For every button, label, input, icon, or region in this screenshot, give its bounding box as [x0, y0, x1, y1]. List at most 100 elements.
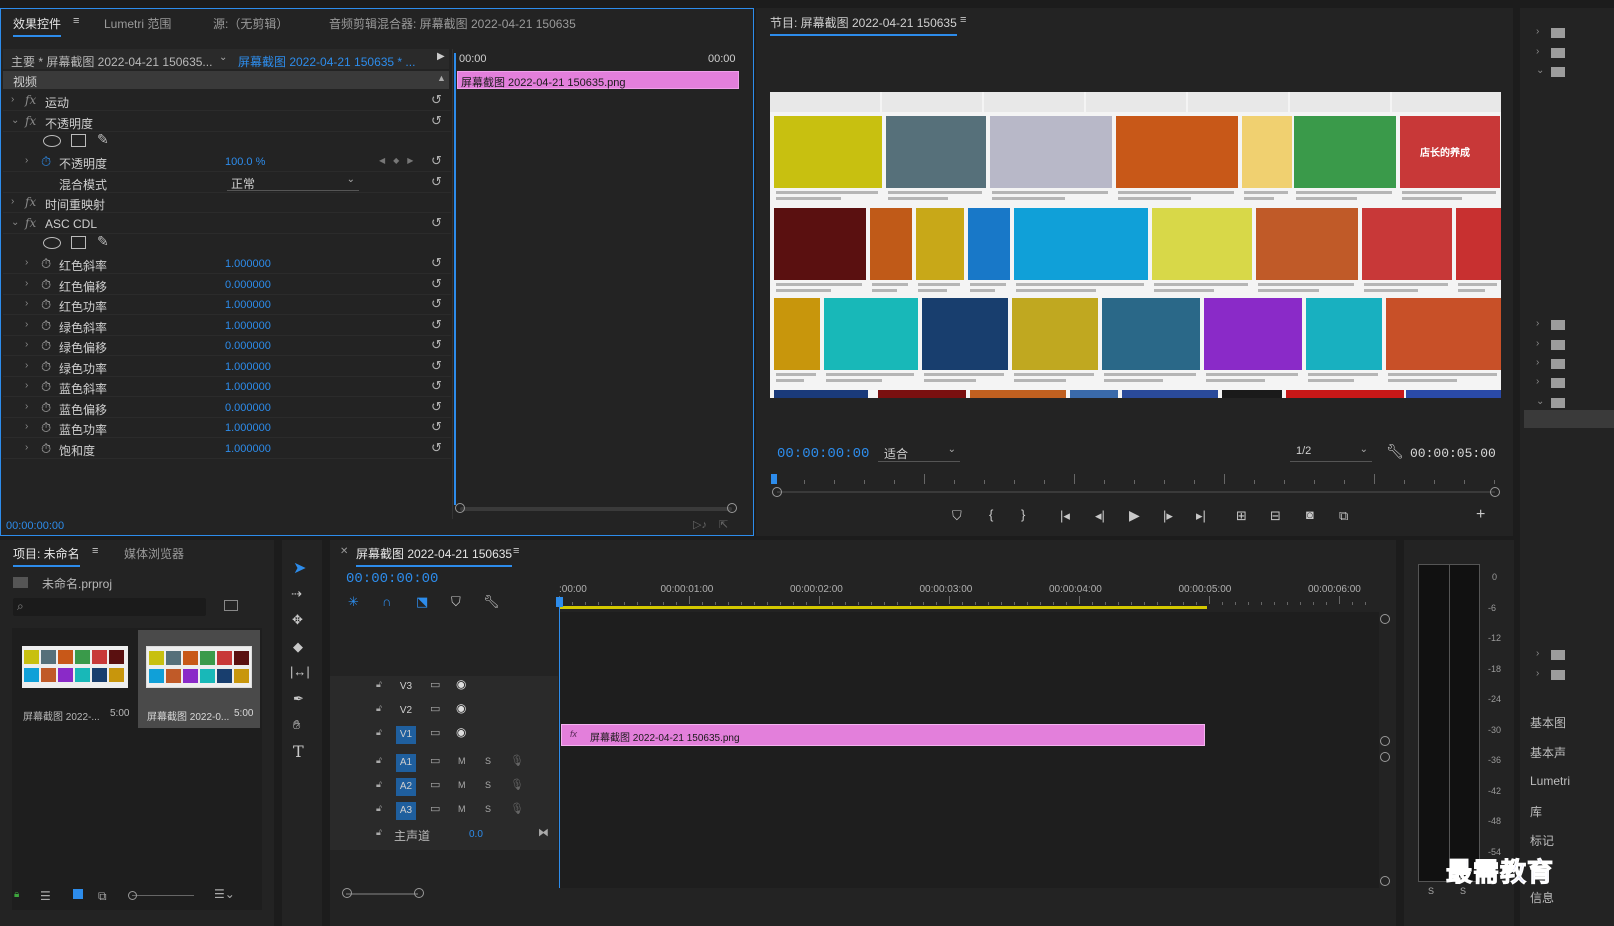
- right-panel-item[interactable]: 信息: [1530, 889, 1554, 906]
- v1-clip[interactable]: fx 屏幕截图 2022-04-21 150635.png: [561, 724, 1205, 746]
- selection-tool-icon[interactable]: ➤: [293, 558, 306, 578]
- chevron-right-icon[interactable]: ›: [25, 339, 28, 350]
- lock-icon[interactable]: 🔓︎: [376, 755, 382, 766]
- insert-overwrite-icon[interactable]: ⬔: [416, 594, 428, 610]
- scroll-handle-mid2[interactable]: [1380, 752, 1390, 762]
- ec-scrollbar[interactable]: [460, 507, 732, 511]
- monitor-scrollbar[interactable]: [777, 491, 1495, 493]
- ec-clip-bar[interactable]: 屏幕截图 2022-04-21 150635.png: [457, 71, 739, 89]
- track-label[interactable]: A2: [396, 778, 416, 796]
- effect-row[interactable]: › ⏱︎ 绿色偏移 0.000000 ↺: [3, 336, 451, 356]
- effect-row[interactable]: › ⏱︎ 蓝色功率 1.000000 ↺: [3, 418, 451, 438]
- step-forward-icon[interactable]: |▸: [1163, 508, 1173, 524]
- folder-icon[interactable]: [1551, 340, 1565, 350]
- fx-toggle-icon[interactable]: fx: [25, 216, 36, 230]
- reset-icon[interactable]: ↺: [431, 296, 442, 312]
- monitor-ruler[interactable]: [774, 474, 1496, 488]
- sync-lock-icon[interactable]: ▭: [430, 802, 440, 815]
- hscroll-handle-right[interactable]: [414, 888, 424, 898]
- freeform-view-icon[interactable]: ⧉: [98, 889, 107, 904]
- folder-icon[interactable]: [1551, 650, 1565, 660]
- effect-row[interactable]: › ⏱︎ 红色斜率 1.000000 ↺: [3, 254, 451, 274]
- chevron-right-icon[interactable]: ›: [25, 257, 28, 268]
- solo-button[interactable]: S: [485, 804, 491, 814]
- tab-effect-controls[interactable]: 效果控件: [13, 15, 62, 37]
- tab-source[interactable]: 源:（无剪辑）: [213, 15, 288, 32]
- extract-icon[interactable]: ⊟: [1270, 508, 1281, 524]
- add-button-icon[interactable]: +: [1476, 506, 1485, 524]
- reset-icon[interactable]: ↺: [431, 174, 442, 190]
- lock-icon[interactable]: 🔓︎: [376, 803, 382, 814]
- camera-icon[interactable]: ◙: [1306, 507, 1314, 522]
- mark-out-icon[interactable]: }: [1021, 507, 1025, 522]
- scroll-handle-bottom[interactable]: [1380, 876, 1390, 886]
- program-monitor-title[interactable]: 节目: 屏幕截图 2022-04-21 150635: [770, 14, 957, 36]
- filter-icon[interactable]: ▷♪: [693, 518, 707, 531]
- chevron-right-icon[interactable]: ›: [25, 421, 28, 432]
- mute-button[interactable]: M: [458, 804, 466, 814]
- rectangle-mask-icon[interactable]: [71, 134, 86, 147]
- effect-row-value[interactable]: 0.000000: [225, 340, 271, 352]
- resolution-dropdown[interactable]: 1/2 ⌄: [1290, 444, 1372, 462]
- collapse-icon[interactable]: ▲: [437, 73, 446, 83]
- ec-playhead[interactable]: [454, 53, 456, 505]
- right-selected-row[interactable]: [1524, 410, 1614, 428]
- timeline-ruler[interactable]: :00:00 00:00:01:00 00:00:02:00 00:00:03:00 0…: [559, 576, 1379, 610]
- wrench-icon[interactable]: 🔧︎: [483, 594, 500, 610]
- timeline-timecode[interactable]: 00:00:00:00: [346, 571, 438, 587]
- lock-icon[interactable]: 🔓︎: [376, 703, 382, 714]
- chevron-right-icon[interactable]: ›: [25, 442, 28, 453]
- panel-menu-icon[interactable]: ≡: [960, 14, 966, 26]
- effect-row[interactable]: › fx 运动 ↺: [3, 91, 451, 111]
- stopwatch-icon[interactable]: ⏱︎: [41, 154, 51, 170]
- stopwatch-icon[interactable]: ⏱︎: [41, 359, 51, 375]
- folder-icon[interactable]: [1551, 48, 1565, 58]
- scroll-handle-left[interactable]: [455, 503, 465, 513]
- reset-icon[interactable]: ↺: [431, 419, 442, 435]
- lock-icon[interactable]: 🔒︎: [14, 889, 19, 900]
- effect-row[interactable]: › ⏱︎ 蓝色偏移 0.000000 ↺: [3, 398, 451, 418]
- stopwatch-icon[interactable]: ⏱︎: [41, 256, 51, 272]
- track-label[interactable]: V2: [396, 702, 416, 720]
- lock-icon[interactable]: 🔓︎: [376, 779, 382, 790]
- chevron-right-icon[interactable]: ›: [1536, 338, 1539, 349]
- track-label[interactable]: V3: [396, 678, 416, 696]
- track-label[interactable]: A3: [396, 802, 416, 820]
- eye-icon[interactable]: ◉: [456, 725, 466, 739]
- monitor-playhead[interactable]: [771, 474, 777, 484]
- effect-row-value[interactable]: 1.000000: [225, 381, 271, 393]
- ellipse-mask-icon[interactable]: [43, 237, 61, 249]
- reset-icon[interactable]: ↺: [431, 399, 442, 415]
- reset-icon[interactable]: ↺: [431, 215, 442, 231]
- chevron-right-icon[interactable]: ›: [11, 196, 14, 207]
- effect-row[interactable]: › ⏱︎ 饱和度 1.000000 ↺: [3, 439, 451, 459]
- tab-lumetri-scopes[interactable]: Lumetri 范围: [104, 15, 171, 32]
- track-label[interactable]: A1: [396, 754, 416, 772]
- track-header[interactable]: 🔓︎ A3 ▭ M S 🎙︎: [330, 800, 558, 822]
- sync-lock-icon[interactable]: ▭: [430, 778, 440, 791]
- icon-view-icon[interactable]: [73, 889, 83, 899]
- go-to-in-icon[interactable]: |◂: [1060, 508, 1070, 524]
- effect-row-value[interactable]: 1.000000: [225, 443, 271, 455]
- effect-row-value[interactable]: 0.000000: [225, 279, 271, 291]
- chevron-right-icon[interactable]: ›: [25, 319, 28, 330]
- export-icon[interactable]: ⇱: [719, 518, 728, 531]
- reset-icon[interactable]: ↺: [431, 276, 442, 292]
- stopwatch-icon[interactable]: ⏱︎: [41, 379, 51, 395]
- track-header[interactable]: 🔓︎ V2 ▭ ◉: [330, 700, 558, 722]
- scroll-handle-right[interactable]: [1490, 487, 1500, 497]
- effect-row[interactable]: › ⏱︎ 红色功率 1.000000 ↺: [3, 295, 451, 315]
- master-volume-value[interactable]: 0.0: [469, 829, 483, 840]
- tab-media-browser[interactable]: 媒体浏览器: [124, 545, 184, 562]
- blend-mode-dropdown[interactable]: 正常 ⌄: [227, 174, 359, 191]
- reset-icon[interactable]: ↺: [431, 440, 442, 456]
- lock-icon[interactable]: 🔓︎: [376, 727, 382, 738]
- scroll-handle-right[interactable]: [727, 503, 737, 513]
- chevron-right-icon[interactable]: ›: [25, 401, 28, 412]
- chevron-right-icon[interactable]: ›: [25, 298, 28, 309]
- effect-row[interactable]: ⌄ fx ASC CDL ↺: [3, 214, 451, 234]
- master-toggle-icon[interactable]: ⧓: [538, 826, 549, 839]
- chevron-down-icon[interactable]: ⌄: [219, 52, 227, 63]
- fx-toggle-icon[interactable]: fx: [25, 93, 36, 107]
- linked-selection-icon[interactable]: ∩: [382, 594, 391, 609]
